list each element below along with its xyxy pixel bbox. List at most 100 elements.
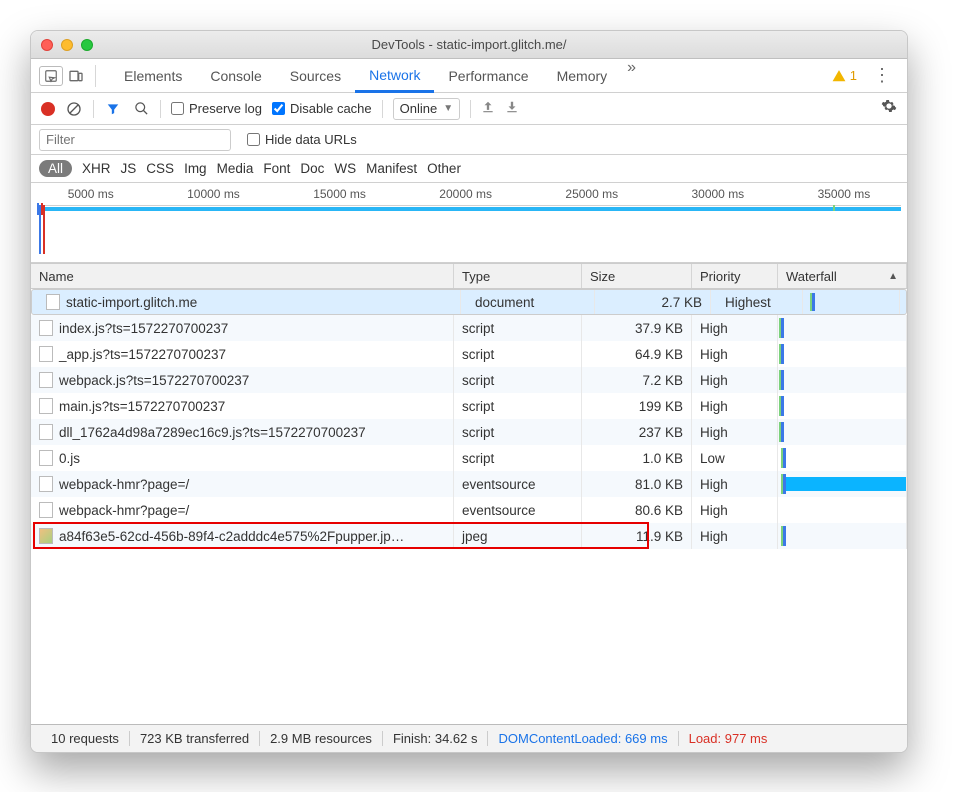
clear-icon[interactable] bbox=[65, 100, 83, 118]
cell-priority: High bbox=[692, 341, 778, 367]
type-media[interactable]: Media bbox=[217, 161, 254, 176]
table-row[interactable]: dll_1762a4d98a7289ec16c9.js?ts=157227070… bbox=[31, 419, 907, 445]
hide-data-urls-checkbox[interactable]: Hide data URLs bbox=[247, 132, 357, 147]
search-icon[interactable] bbox=[132, 100, 150, 118]
cell-size: 80.6 KB bbox=[582, 497, 692, 523]
tab-elements[interactable]: Elements bbox=[110, 59, 196, 92]
preserve-log-checkbox[interactable]: Preserve log bbox=[171, 101, 262, 116]
sort-asc-icon: ▲ bbox=[888, 271, 898, 282]
cell-size: 199 KB bbox=[582, 393, 692, 419]
type-manifest[interactable]: Manifest bbox=[366, 161, 417, 176]
disable-cache-label: Disable cache bbox=[290, 101, 372, 116]
cell-waterfall bbox=[778, 315, 907, 341]
sb-resources: 2.9 MB resources bbox=[260, 731, 383, 746]
table-row[interactable]: 0.jsscript1.0 KBLow bbox=[31, 445, 907, 471]
main-tabbar: Elements Console Sources Network Perform… bbox=[31, 59, 907, 93]
type-other[interactable]: Other bbox=[427, 161, 461, 176]
settings-menu-icon[interactable]: ⋮ bbox=[865, 65, 899, 86]
more-tabs-icon[interactable]: » bbox=[621, 59, 642, 92]
cell-priority: High bbox=[692, 471, 778, 497]
hide-data-urls-input[interactable] bbox=[247, 133, 260, 146]
col-priority[interactable]: Priority bbox=[692, 264, 778, 288]
table-row[interactable]: main.js?ts=1572270700237script199 KBHigh bbox=[31, 393, 907, 419]
cell-priority: Highest bbox=[717, 290, 803, 314]
type-js[interactable]: JS bbox=[121, 161, 137, 176]
cell-name: webpack-hmr?page=/ bbox=[31, 497, 454, 523]
separator bbox=[470, 100, 471, 118]
throttle-value: Online bbox=[400, 101, 438, 116]
table-row[interactable]: static-import.glitch.medocument2.7 KBHig… bbox=[31, 289, 907, 315]
gear-icon[interactable] bbox=[881, 98, 897, 119]
device-toggle-icon[interactable] bbox=[65, 65, 87, 87]
record-button[interactable] bbox=[41, 102, 55, 116]
file-icon bbox=[39, 346, 53, 362]
table-header: Name Type Size Priority Waterfall▲ bbox=[31, 263, 907, 289]
cell-type: script bbox=[454, 341, 582, 367]
cell-size: 7.2 KB bbox=[582, 367, 692, 393]
cell-waterfall bbox=[778, 341, 907, 367]
separator bbox=[95, 65, 96, 87]
tab-performance[interactable]: Performance bbox=[434, 59, 542, 92]
cell-type: eventsource bbox=[454, 497, 582, 523]
timeline-overview[interactable]: 5000 ms 10000 ms 15000 ms 20000 ms 25000… bbox=[31, 183, 907, 263]
cell-priority: High bbox=[692, 523, 778, 549]
type-xhr[interactable]: XHR bbox=[82, 161, 111, 176]
preserve-log-input[interactable] bbox=[171, 102, 184, 115]
devtools-window: DevTools - static-import.glitch.me/ Elem… bbox=[30, 30, 908, 753]
inspect-icon[interactable] bbox=[39, 66, 63, 86]
cell-priority: High bbox=[692, 315, 778, 341]
table-row[interactable]: _app.js?ts=1572270700237script64.9 KBHig… bbox=[31, 341, 907, 367]
cell-type: script bbox=[454, 419, 582, 445]
cell-waterfall bbox=[778, 471, 907, 497]
titlebar: DevTools - static-import.glitch.me/ bbox=[31, 31, 907, 59]
col-type[interactable]: Type bbox=[454, 264, 582, 288]
upload-har-icon[interactable] bbox=[481, 99, 495, 119]
tab-memory[interactable]: Memory bbox=[543, 59, 622, 92]
type-font[interactable]: Font bbox=[263, 161, 290, 176]
file-icon bbox=[39, 476, 53, 492]
cell-name: static-import.glitch.me bbox=[38, 290, 461, 314]
cell-size: 11.9 KB bbox=[582, 523, 692, 549]
cell-type: script bbox=[454, 445, 582, 471]
tick: 25000 ms bbox=[565, 187, 618, 201]
type-css[interactable]: CSS bbox=[146, 161, 174, 176]
tab-sources[interactable]: Sources bbox=[276, 59, 355, 92]
cell-waterfall bbox=[809, 290, 900, 314]
cell-waterfall bbox=[778, 497, 907, 523]
sb-dcl: DOMContentLoaded: 669 ms bbox=[488, 731, 678, 746]
status-bar: 10 requests 723 KB transferred 2.9 MB re… bbox=[31, 724, 907, 752]
col-size[interactable]: Size bbox=[582, 264, 692, 288]
cell-size: 237 KB bbox=[582, 419, 692, 445]
throttle-select[interactable]: Online ▼ bbox=[393, 98, 460, 120]
cell-name: index.js?ts=1572270700237 bbox=[31, 315, 454, 341]
chevron-down-icon: ▼ bbox=[443, 103, 453, 114]
filter-icon[interactable] bbox=[104, 100, 122, 118]
cell-priority: High bbox=[692, 497, 778, 523]
tab-network[interactable]: Network bbox=[355, 59, 434, 93]
table-row[interactable]: webpack-hmr?page=/eventsource80.6 KBHigh bbox=[31, 497, 907, 523]
col-waterfall[interactable]: Waterfall▲ bbox=[778, 264, 907, 288]
table-row[interactable]: index.js?ts=1572270700237script37.9 KBHi… bbox=[31, 315, 907, 341]
request-table: Name Type Size Priority Waterfall▲ stati… bbox=[31, 263, 907, 724]
disable-cache-input[interactable] bbox=[272, 102, 285, 115]
filter-input[interactable] bbox=[39, 129, 231, 151]
type-all[interactable]: All bbox=[39, 160, 72, 177]
col-name[interactable]: Name bbox=[31, 264, 454, 288]
tick: 15000 ms bbox=[313, 187, 366, 201]
type-img[interactable]: Img bbox=[184, 161, 207, 176]
download-har-icon[interactable] bbox=[505, 99, 519, 119]
tab-console[interactable]: Console bbox=[196, 59, 275, 92]
file-icon bbox=[46, 294, 60, 310]
table-row[interactable]: a84f63e5-62cd-456b-89f4-c2adddc4e575%2Fp… bbox=[31, 523, 907, 549]
tick: 10000 ms bbox=[187, 187, 240, 201]
disable-cache-checkbox[interactable]: Disable cache bbox=[272, 101, 372, 116]
type-doc[interactable]: Doc bbox=[300, 161, 324, 176]
warnings-badge[interactable]: 1 bbox=[832, 68, 857, 83]
table-row[interactable]: webpack-hmr?page=/eventsource81.0 KBHigh bbox=[31, 471, 907, 497]
tick: 5000 ms bbox=[68, 187, 114, 201]
cell-type: script bbox=[454, 315, 582, 341]
file-icon bbox=[39, 450, 53, 466]
table-row[interactable]: webpack.js?ts=1572270700237script7.2 KBH… bbox=[31, 367, 907, 393]
type-ws[interactable]: WS bbox=[334, 161, 356, 176]
file-name: dll_1762a4d98a7289ec16c9.js?ts=157227070… bbox=[59, 425, 366, 440]
